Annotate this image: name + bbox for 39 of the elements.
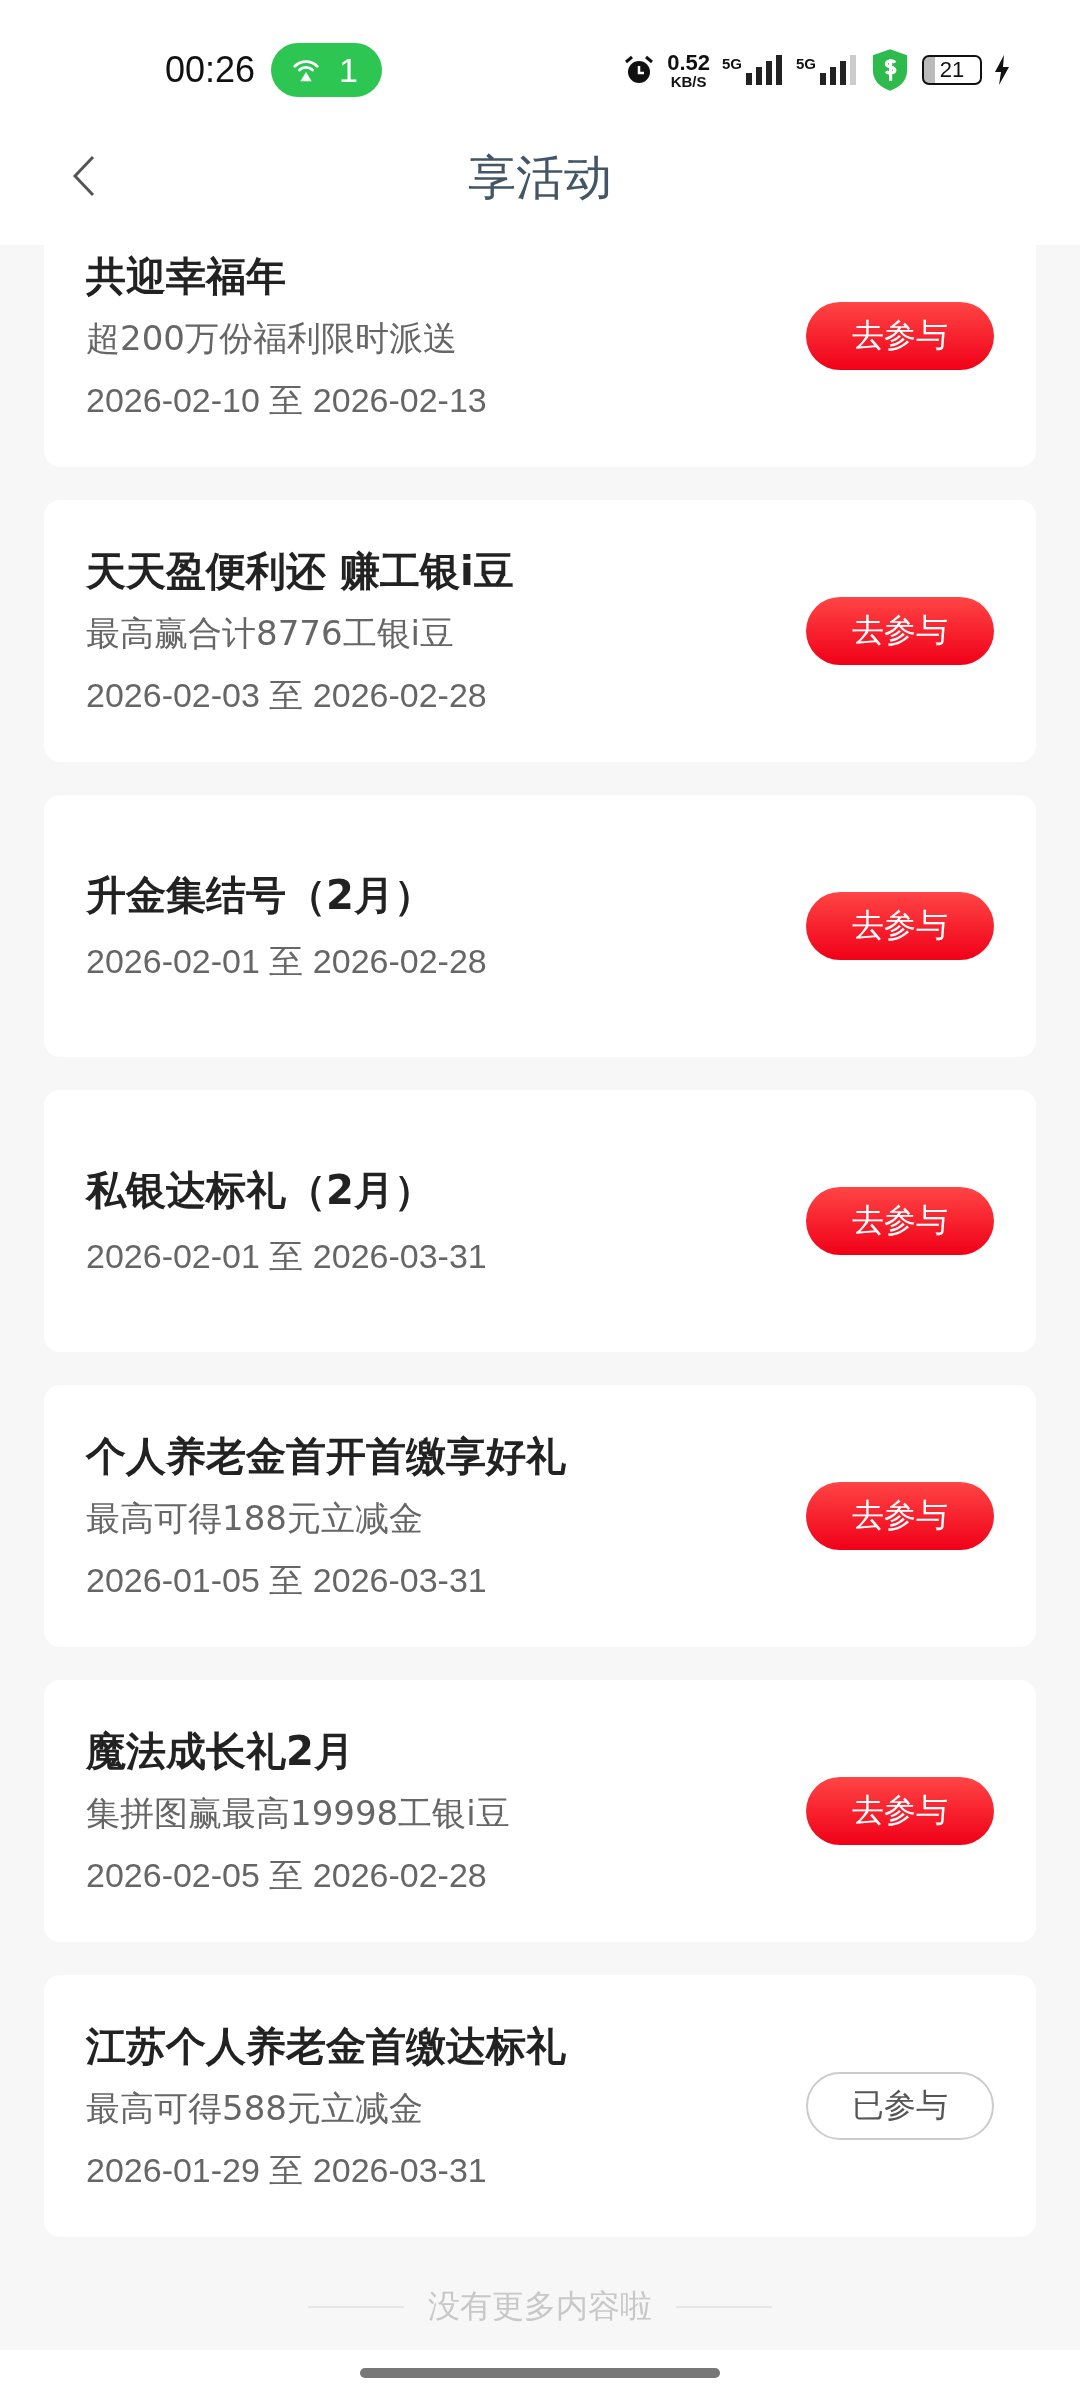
activity-description: 集拼图赢最高19998工银i豆 xyxy=(86,1791,510,1835)
network-type: 5G xyxy=(796,55,816,72)
activity-description: 最高赢合计8776工银i豆 xyxy=(86,611,455,655)
activity-description: 超200万份福利限时派送 xyxy=(86,316,458,360)
activity-period: 2026-01-05 至 2026-03-31 xyxy=(86,1559,488,1601)
joined-button[interactable]: 已参与 xyxy=(806,2072,994,2140)
activity-title: 个人养老金首开首缴享好礼 xyxy=(86,1431,566,1481)
activity-title: 升金集结号（2月） xyxy=(86,870,435,920)
join-button[interactable]: 去参与 xyxy=(806,597,994,665)
activity-period: 2026-02-01 至 2026-02-28 xyxy=(86,940,487,982)
network-type: 5G xyxy=(721,55,742,72)
activity-description: 最高可得588元立减金 xyxy=(86,2086,424,2130)
join-button[interactable]: 去参与 xyxy=(806,1187,994,1255)
alarm-icon xyxy=(623,54,656,86)
activity-title: 私银达标礼（2月） xyxy=(86,1165,435,1215)
activity-period: 2026-02-01 至 2026-03-31 xyxy=(86,1235,487,1277)
activity-period: 2026-02-05 至 2026-02-28 xyxy=(86,1854,488,1896)
network-speed: 0.52 KB/S xyxy=(667,51,710,89)
signal-icon xyxy=(744,55,784,85)
activity-period: 2026-02-03 至 2026-02-28 xyxy=(86,674,488,716)
activity-description: 最高可得188元立减金 xyxy=(86,1496,424,1540)
activity-title: 天天盈便利还 赚工银i豆 xyxy=(86,546,514,596)
page-title: 享活动 xyxy=(468,148,612,207)
charging-icon xyxy=(994,54,1010,86)
join-button[interactable]: 去参与 xyxy=(806,1482,994,1550)
activity-title: 共迎幸福年 xyxy=(86,251,287,301)
shield-icon xyxy=(870,48,910,92)
activity-period: 2026-01-29 至 2026-03-31 xyxy=(86,2149,488,2191)
back-icon[interactable] xyxy=(72,154,96,198)
battery-indicator: 21 xyxy=(922,55,982,85)
clock-time: 00:26 xyxy=(165,49,256,91)
activity-title: 江苏个人养老金首缴达标礼 xyxy=(86,2021,566,2071)
join-button[interactable]: 去参与 xyxy=(806,302,994,370)
join-button[interactable]: 去参与 xyxy=(806,892,994,960)
join-button[interactable]: 去参与 xyxy=(806,1777,994,1845)
activity-period: 2026-02-10 至 2026-02-13 xyxy=(86,379,487,421)
activity-title: 魔法成长礼2月 xyxy=(86,1726,355,1776)
hotspot-indicator: 1 xyxy=(271,43,382,97)
signal-icon xyxy=(818,55,858,85)
